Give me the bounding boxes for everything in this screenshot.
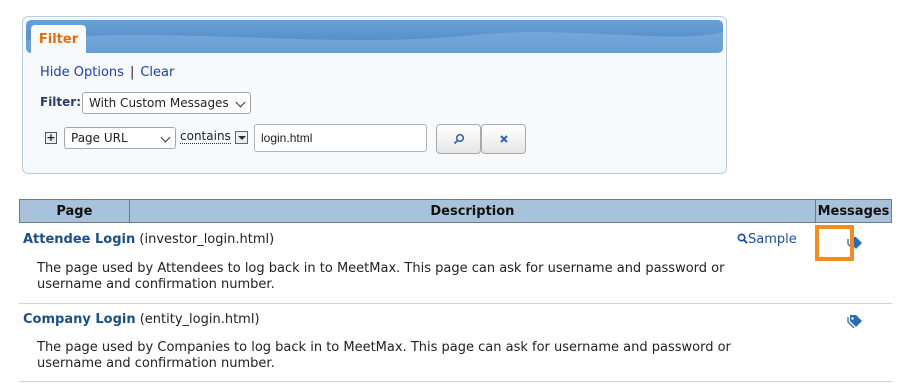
filter-links: Hide Options | Clear bbox=[40, 65, 174, 80]
page-file: (entity_login.html) bbox=[139, 312, 260, 327]
tags-icon[interactable] bbox=[847, 314, 863, 328]
page-link[interactable]: Attendee Login bbox=[23, 232, 135, 247]
header-page[interactable]: Page bbox=[19, 199, 130, 223]
link-separator: | bbox=[129, 65, 135, 80]
search-input[interactable] bbox=[254, 124, 427, 152]
row-title: Attendee Login (investor_login.html) bbox=[23, 232, 274, 247]
clear-link[interactable]: Clear bbox=[140, 65, 174, 80]
messages-highlight-box bbox=[815, 225, 854, 261]
field-select-value: Page URL bbox=[71, 131, 128, 145]
filter-panel: Filter Hide Options | Clear Filter: With C… bbox=[22, 16, 727, 174]
operator-label[interactable]: contains bbox=[180, 129, 231, 144]
header-wave-decoration bbox=[26, 32, 723, 53]
chevron-down-icon bbox=[160, 132, 171, 143]
close-icon bbox=[499, 135, 508, 143]
chevron-down-icon bbox=[235, 97, 246, 108]
table-header-row: Page Description Messages bbox=[19, 199, 892, 223]
search-button[interactable] bbox=[436, 124, 481, 154]
pages-table: Page Description Messages bbox=[19, 199, 892, 223]
sample-label: Sample bbox=[748, 232, 797, 247]
row-description: The page used by Companies to log back i… bbox=[37, 340, 731, 371]
page-link[interactable]: Company Login bbox=[23, 312, 136, 327]
sample-link[interactable]: Sample bbox=[737, 232, 797, 247]
field-select[interactable]: Page URL bbox=[64, 127, 176, 149]
filter-label: Filter: bbox=[40, 95, 82, 109]
caret-down-icon bbox=[238, 136, 246, 140]
table-row: Attendee Login (investor_login.html) Sam… bbox=[19, 224, 892, 304]
tab-filter[interactable]: Filter bbox=[31, 25, 86, 53]
filter-select-value: With Custom Messages bbox=[89, 96, 229, 110]
filter-panel-header: Filter bbox=[26, 20, 723, 53]
row-title: Company Login (entity_login.html) bbox=[23, 312, 260, 327]
filter-select[interactable]: With Custom Messages bbox=[82, 92, 251, 114]
row-description: The page used by Attendees to log back i… bbox=[37, 261, 725, 292]
hide-options-link[interactable]: Hide Options bbox=[40, 65, 124, 80]
row-divider bbox=[19, 381, 892, 382]
header-messages[interactable]: Messages bbox=[815, 199, 892, 223]
add-condition-button[interactable]: + bbox=[45, 132, 57, 144]
page-file: (investor_login.html) bbox=[139, 232, 275, 247]
table-row: Company Login (entity_login.html) The pa… bbox=[19, 304, 892, 382]
magnifier-icon bbox=[737, 233, 748, 244]
search-icon bbox=[453, 133, 464, 145]
clear-search-button[interactable] bbox=[481, 124, 526, 154]
header-description[interactable]: Description bbox=[128, 199, 817, 223]
operator-dropdown-button[interactable] bbox=[235, 131, 248, 144]
